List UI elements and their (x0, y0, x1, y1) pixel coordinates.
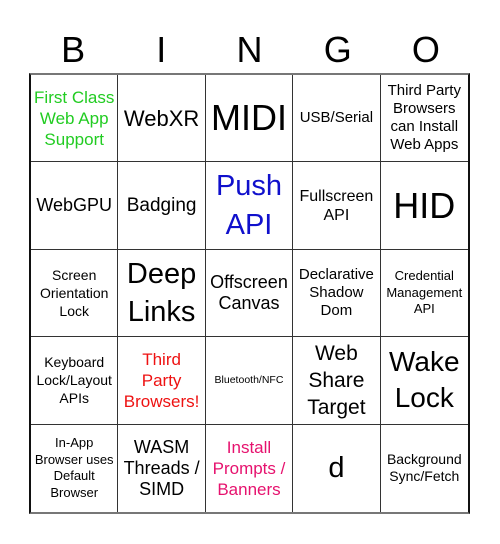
cell-text: Wake Lock (389, 346, 460, 414)
bingo-cell-b4[interactable]: Keyboard Lock/Layout APIs (31, 337, 119, 425)
header-letter-g: G (323, 29, 352, 70)
bingo-cell-i5[interactable]: WASM Threads / SIMD (118, 424, 206, 512)
cell-text: Web Share Target (307, 341, 366, 419)
header-letter-i: I (156, 29, 167, 70)
cell-text: In-App Browser uses Default Browser (34, 435, 114, 500)
bingo-cell-g3[interactable]: Declarative Shadow Dom (293, 249, 381, 338)
bingo-cell-g2[interactable]: Fullscreen API (293, 162, 381, 250)
bingo-cell-g1[interactable]: USB/Serial (293, 75, 381, 163)
bingo-cell-n4[interactable]: Bluetooth/NFC (205, 337, 294, 425)
bingo-cell-i3[interactable]: Deep Links (118, 249, 206, 338)
bingo-cell-i1[interactable]: WebXR (118, 75, 206, 163)
bingo-cell-g5[interactable]: d (293, 424, 381, 512)
bingo-board: First Class Web App Support WebXR MIDI U… (29, 73, 470, 514)
header-letter-n: N (236, 29, 263, 70)
cell-text: WASM Threads / SIMD (123, 436, 200, 499)
cell-text: Declarative Shadow Dom (298, 265, 374, 319)
cell-text: WebGPU (36, 195, 113, 216)
cell-text: First Class Web App Support (34, 87, 115, 149)
bingo-header: B I N G O (29, 27, 470, 73)
bingo-cell-g4[interactable]: Web Share Target (293, 337, 381, 425)
cell-text: Credential Management API (386, 268, 463, 317)
cell-text: Screen Orientation Lock (39, 266, 109, 319)
cell-text: Push API (215, 169, 283, 241)
cell-text: Offscreen Canvas (210, 271, 288, 313)
cell-text: Badging (126, 195, 197, 217)
cell-text: Bluetooth/NFC (214, 373, 284, 386)
bingo-cell-i4[interactable]: Third Party Browsers! (118, 337, 206, 425)
cell-text: Third Party Browsers can Install Web App… (387, 82, 461, 154)
bingo-cell-n3[interactable]: Offscreen Canvas (205, 249, 294, 338)
cell-text: Background Sync/Fetch (386, 451, 462, 485)
cell-text: Deep Links (126, 257, 197, 328)
cell-text: HID (393, 184, 456, 226)
cell-text: Install Prompts / Banners (212, 437, 286, 499)
cell-text: Fullscreen API (299, 187, 374, 224)
bingo-cell-b2[interactable]: WebGPU (31, 162, 119, 250)
bingo-cell-o2[interactable]: HID (380, 162, 468, 250)
bingo-cell-i2[interactable]: Badging (118, 162, 206, 250)
header-letter-o: O (411, 29, 440, 70)
bingo-cell-o4[interactable]: Wake Lock (380, 337, 468, 425)
cell-text: WebXR (123, 105, 200, 131)
cell-text: MIDI (210, 97, 287, 139)
bingo-cell-b1[interactable]: First Class Web App Support (31, 75, 119, 163)
bingo-cell-n2[interactable]: Push API (205, 162, 294, 250)
bingo-cell-b3[interactable]: Screen Orientation Lock (31, 249, 119, 338)
bingo-cell-b5[interactable]: In-App Browser uses Default Browser (31, 424, 119, 512)
cell-text: Third Party Browsers! (123, 349, 200, 411)
cell-text: d (328, 451, 345, 484)
bingo-cell-o1[interactable]: Third Party Browsers can Install Web App… (380, 75, 468, 163)
bingo-cell-o5[interactable]: Background Sync/Fetch (381, 425, 468, 512)
bingo-cell-n5[interactable]: Install Prompts / Banners (206, 424, 294, 512)
header-letter-b: B (61, 29, 86, 70)
cell-text: USB/Serial (299, 109, 374, 127)
bingo-cell-n1[interactable]: MIDI (205, 75, 294, 163)
cell-text: Keyboard Lock/Layout APIs (36, 354, 112, 407)
bingo-cell-o3[interactable]: Credential Management API (380, 250, 468, 338)
